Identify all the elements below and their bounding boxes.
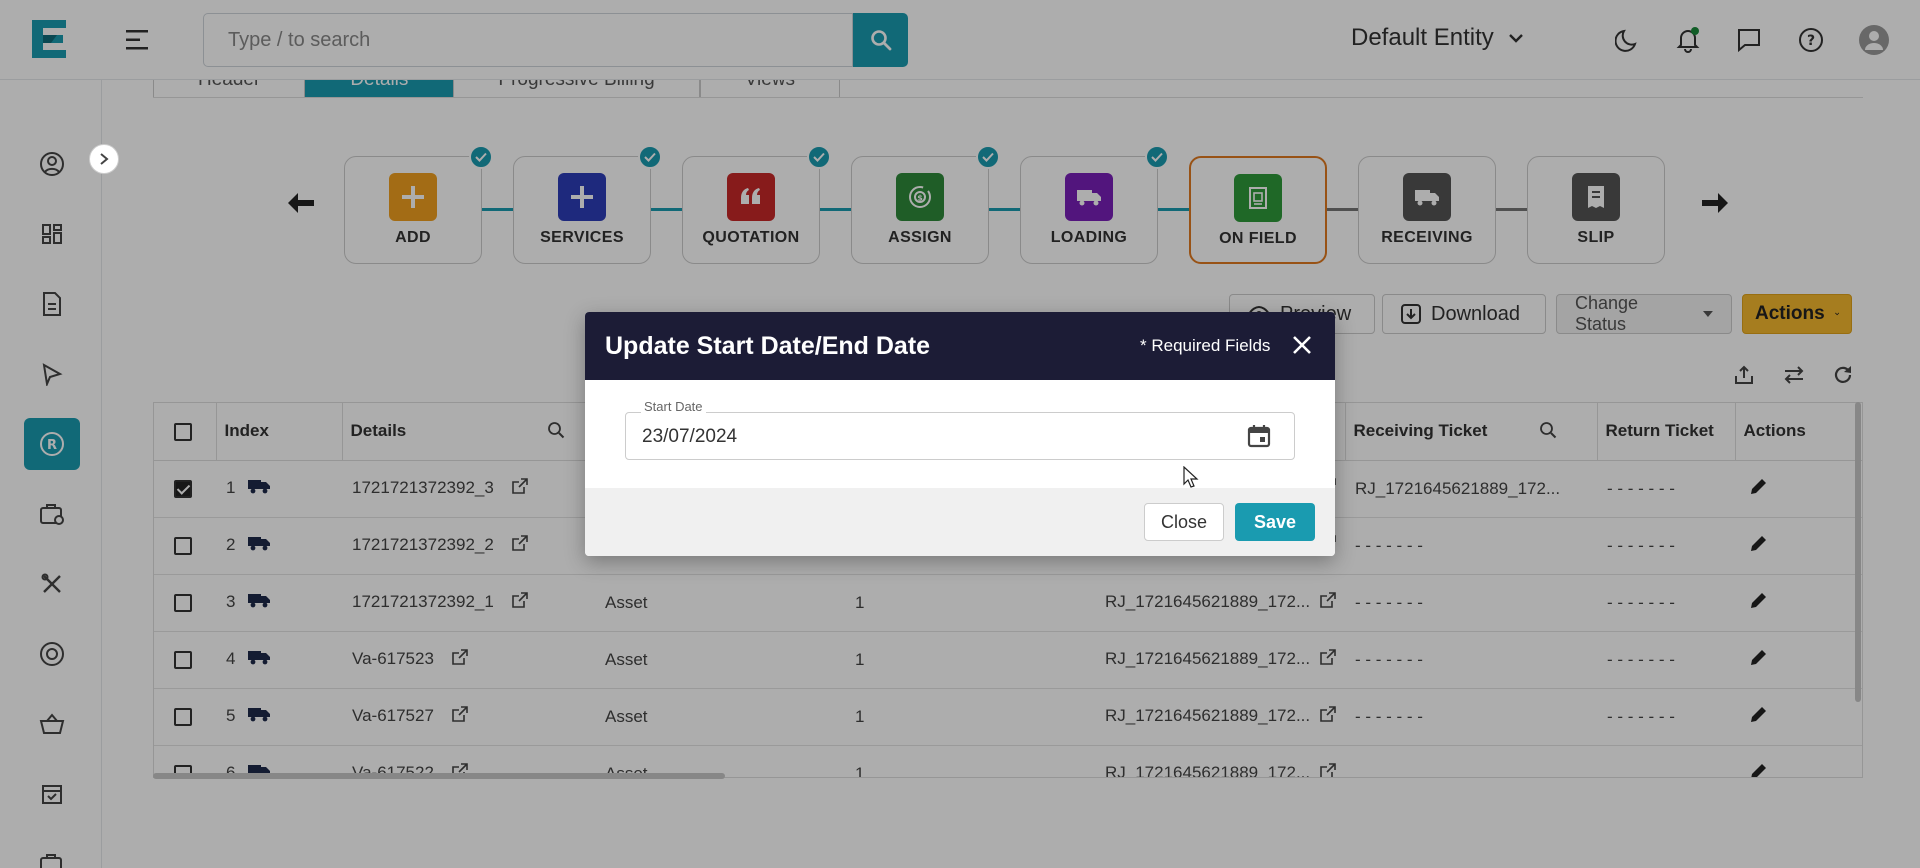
sidebar-expand-button[interactable] [89, 144, 119, 174]
modal-header: Update Start Date/End Date * Required Fi… [585, 312, 1335, 380]
start-date-field[interactable]: 23/07/2024 [625, 412, 1295, 460]
mouse-cursor-icon [1183, 466, 1199, 488]
start-date-label: Start Date [641, 399, 706, 414]
save-button[interactable]: Save [1235, 503, 1315, 541]
chevron-right-icon [100, 153, 109, 165]
close-icon[interactable] [1290, 333, 1314, 357]
start-date-value[interactable]: 23/07/2024 [642, 426, 737, 448]
calendar-icon[interactable] [1246, 423, 1272, 449]
modal-body: 23/07/2024 Start Date [585, 380, 1335, 488]
update-date-modal: Update Start Date/End Date * Required Fi… [585, 312, 1335, 556]
modal-title: Update Start Date/End Date [605, 332, 931, 360]
modal-footer: Close Save [585, 488, 1335, 556]
required-fields-note: * Required Fields [1140, 336, 1271, 355]
close-button[interactable]: Close [1144, 503, 1224, 541]
